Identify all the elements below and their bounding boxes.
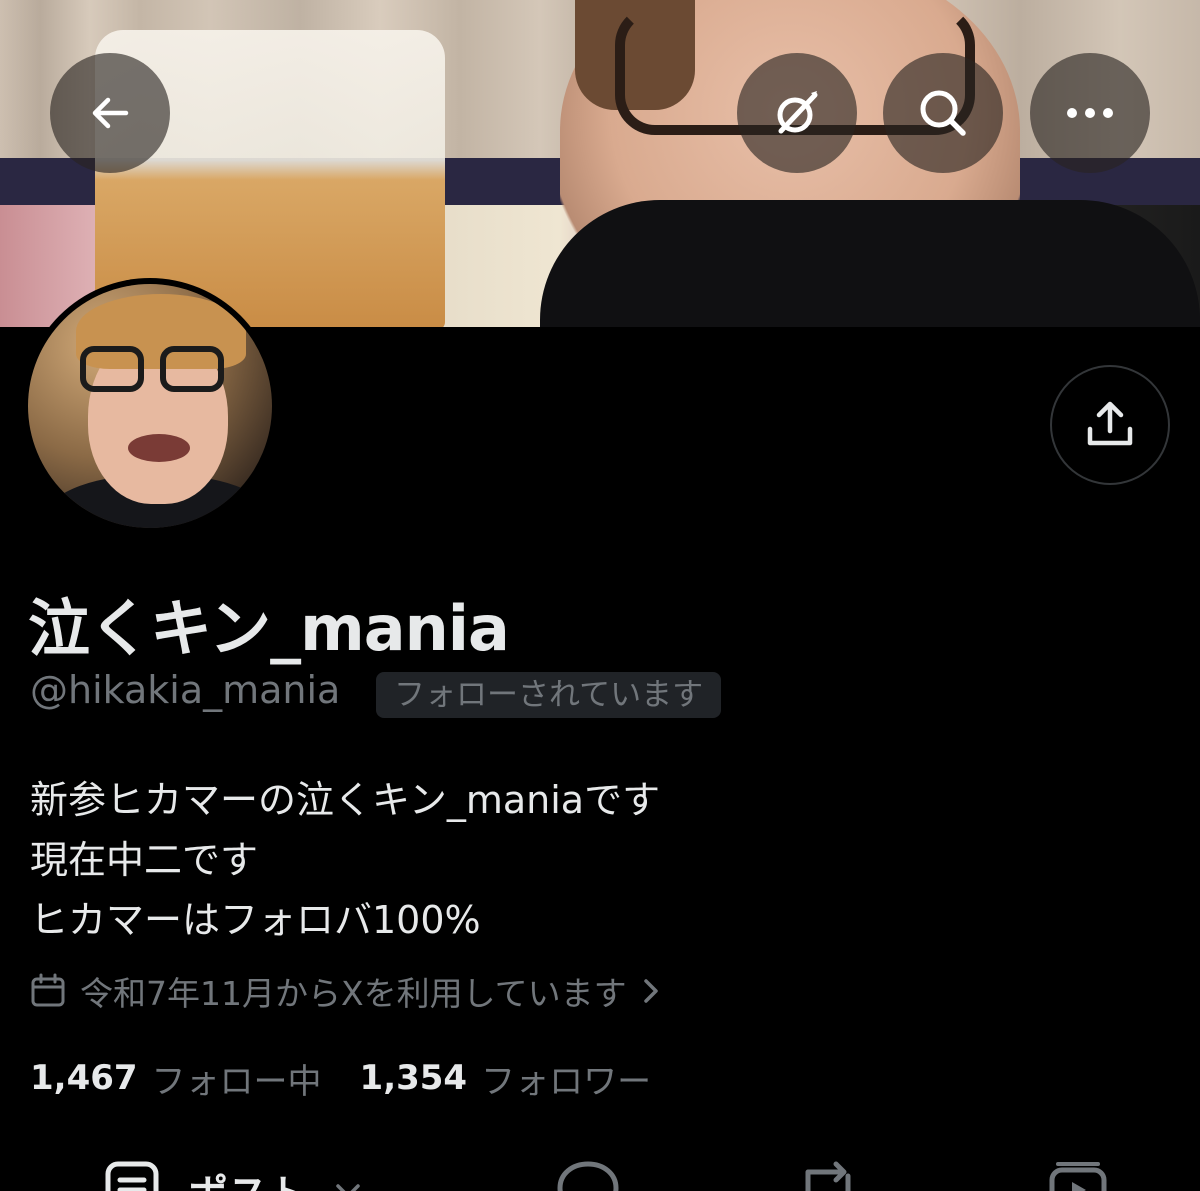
share-icon	[1087, 401, 1133, 446]
tab-media[interactable]	[1046, 1160, 1110, 1191]
grok-button[interactable]	[737, 53, 857, 173]
grok-icon	[777, 91, 818, 134]
calendar-icon	[31, 973, 65, 1007]
repost-icon	[805, 1161, 851, 1191]
arrow-left-icon	[92, 97, 129, 129]
back-button[interactable]	[50, 53, 170, 173]
avatar-image	[28, 284, 272, 528]
search-button[interactable]	[883, 53, 1003, 173]
joined-date-row[interactable]: 令和7年11月からXを利用しています	[30, 966, 661, 1016]
avatar-mouth	[128, 434, 190, 462]
follows-you-badge: フォローされています	[376, 672, 722, 718]
media-play-icon	[1049, 1162, 1107, 1191]
following-label: フォロー中	[151, 1061, 322, 1102]
chevron-down-icon	[336, 1184, 360, 1191]
tab-posts-label: ポスト	[188, 1162, 308, 1191]
tab-posts[interactable]: ポスト	[104, 1160, 362, 1191]
followers-link[interactable]: 1,354 フォロワー	[360, 1054, 652, 1103]
bio-line: ヒカマーはフォロバ100%	[30, 898, 481, 942]
reply-bubble-icon	[557, 1161, 619, 1191]
follow-stats: 1,467 フォロー中 1,354 フォロワー	[30, 1052, 651, 1104]
tab-reposts[interactable]	[796, 1160, 860, 1191]
joined-date-text: 令和7年11月からXを利用しています	[80, 974, 627, 1013]
chevron-right-icon	[643, 979, 658, 1003]
handle: @hikakia_mania	[30, 668, 341, 712]
more-horizontal-icon	[1067, 108, 1113, 118]
avatar-glasses-right	[160, 346, 224, 392]
more-button[interactable]	[1030, 53, 1150, 173]
profile-banner[interactable]	[0, 0, 1200, 327]
followers-label: フォロワー	[481, 1061, 652, 1102]
posts-icon	[105, 1161, 159, 1191]
display-name: 泣くキン_mania	[28, 592, 510, 665]
profile-tabs: ポスト	[0, 1150, 1200, 1191]
bio: 新参ヒカマーの泣くキン_maniaです 現在中二です ヒカマーはフォロバ100%	[30, 770, 660, 950]
bio-line: 現在中二です	[30, 838, 259, 882]
bio-line: 新参ヒカマーの泣くキン_maniaです	[30, 778, 661, 822]
share-button[interactable]	[1050, 365, 1170, 485]
avatar[interactable]	[22, 278, 278, 534]
followers-count: 1,354	[359, 1058, 468, 1098]
following-count: 1,467	[30, 1058, 138, 1098]
search-icon	[920, 90, 966, 136]
following-link[interactable]: 1,467 フォロー中	[30, 1054, 322, 1103]
tab-replies[interactable]	[556, 1160, 620, 1191]
banner-person-shirt	[540, 200, 1200, 327]
avatar-glasses-left	[80, 346, 144, 392]
